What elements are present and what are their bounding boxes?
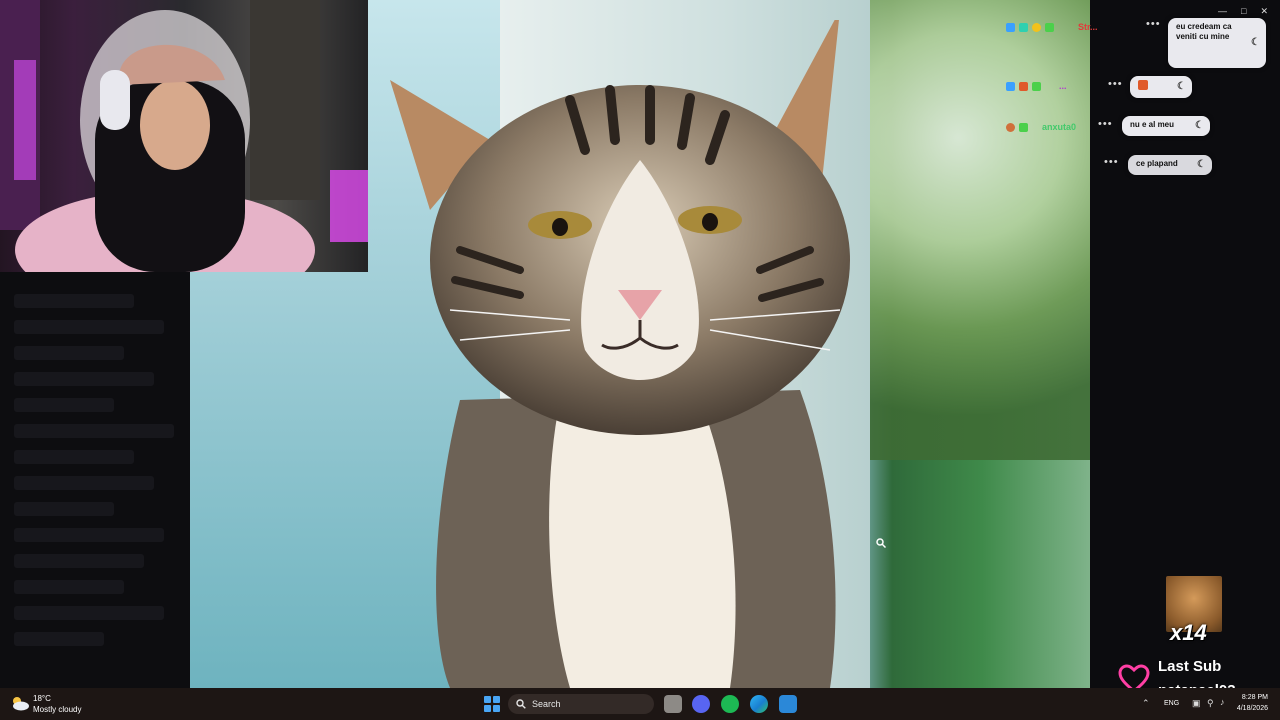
chevron-up-icon[interactable]: ⌃ xyxy=(1142,698,1150,709)
clock-time[interactable]: 8:28 PM xyxy=(1236,694,1268,701)
badge-icon xyxy=(1045,22,1054,32)
cat-illustration xyxy=(390,20,850,688)
discord-icon[interactable] xyxy=(692,695,710,713)
webcam-feed xyxy=(0,0,368,272)
windows-logo-icon xyxy=(484,696,491,703)
search-icon xyxy=(516,699,526,709)
app-icon[interactable] xyxy=(779,695,797,713)
chat-bubble: eu credeam ca veniti cu mine ☾ xyxy=(1168,18,1266,68)
taskbar-search[interactable]: Search xyxy=(508,694,654,714)
badge-icon xyxy=(1019,122,1028,132)
chat-message: ... xyxy=(1006,81,1067,91)
maximize-icon[interactable]: □ xyxy=(1241,6,1246,17)
chat-username[interactable]: ... xyxy=(1059,81,1067,91)
emote-icon xyxy=(1138,80,1148,90)
weather-desc[interactable]: Mostly cloudy xyxy=(33,705,81,714)
zoom-cursor-icon xyxy=(876,538,886,548)
bits-badge-icon xyxy=(1032,22,1041,32)
edge-icon[interactable] xyxy=(750,695,768,713)
last-sub-label: Last Sub xyxy=(1158,658,1222,675)
clock-date[interactable]: 4/18/2026 xyxy=(1226,705,1268,712)
sub-badge-icon xyxy=(1006,22,1015,32)
chat-overlay-ghost-panel xyxy=(0,272,190,688)
monitor-icon[interactable]: ▣ xyxy=(1192,698,1201,709)
language-indicator[interactable]: ENG xyxy=(1164,700,1179,707)
sub-badge-icon xyxy=(1006,81,1015,91)
moon-icon: ☾ xyxy=(1195,120,1204,131)
avatar-badge-icon xyxy=(1006,122,1015,132)
badge-icon xyxy=(1032,81,1041,91)
start-button[interactable] xyxy=(484,696,500,712)
file-explorer-icon[interactable] xyxy=(664,695,682,713)
chat-bubble: ce plapand ☾ xyxy=(1128,155,1212,175)
chat-bubble: ☾ xyxy=(1130,76,1192,98)
chat-username[interactable]: Str... xyxy=(1078,22,1098,32)
chat-text: nu e al meu xyxy=(1130,120,1175,129)
more-options-icon[interactable]: ••• xyxy=(1146,18,1161,30)
weather-temp[interactable]: 18°C xyxy=(33,694,51,703)
chat-text: eu credeam ca veniti cu mine xyxy=(1176,22,1232,41)
badge-icon xyxy=(1019,81,1028,91)
moon-icon: ☾ xyxy=(1197,159,1206,170)
more-options-icon[interactable]: ••• xyxy=(1098,118,1113,130)
chat-bubble: nu e al meu ☾ xyxy=(1122,116,1210,136)
volume-icon[interactable]: ♪ xyxy=(1220,697,1225,707)
sub-count: x14 xyxy=(1170,620,1207,645)
chat-message: Str... xyxy=(1006,22,1098,32)
chat-message: anxuta0 xyxy=(1006,122,1076,132)
search-label: Search xyxy=(532,699,561,709)
moon-icon: ☾ xyxy=(1177,81,1186,92)
more-options-icon[interactable]: ••• xyxy=(1108,78,1123,90)
tree-foliage xyxy=(870,0,1090,460)
chat-text: ce plapand xyxy=(1136,159,1178,168)
badge-icon xyxy=(1019,22,1028,32)
spotify-icon[interactable] xyxy=(721,695,739,713)
close-icon[interactable]: ✕ xyxy=(1260,6,1268,17)
cloud-sun-icon[interactable] xyxy=(10,695,30,711)
chat-username[interactable]: anxuta0 xyxy=(1042,122,1076,132)
more-options-icon[interactable]: ••• xyxy=(1104,156,1119,168)
moon-icon: ☾ xyxy=(1251,37,1260,48)
network-icon[interactable]: ⚲ xyxy=(1207,698,1214,709)
minimize-icon[interactable]: — xyxy=(1218,6,1227,17)
